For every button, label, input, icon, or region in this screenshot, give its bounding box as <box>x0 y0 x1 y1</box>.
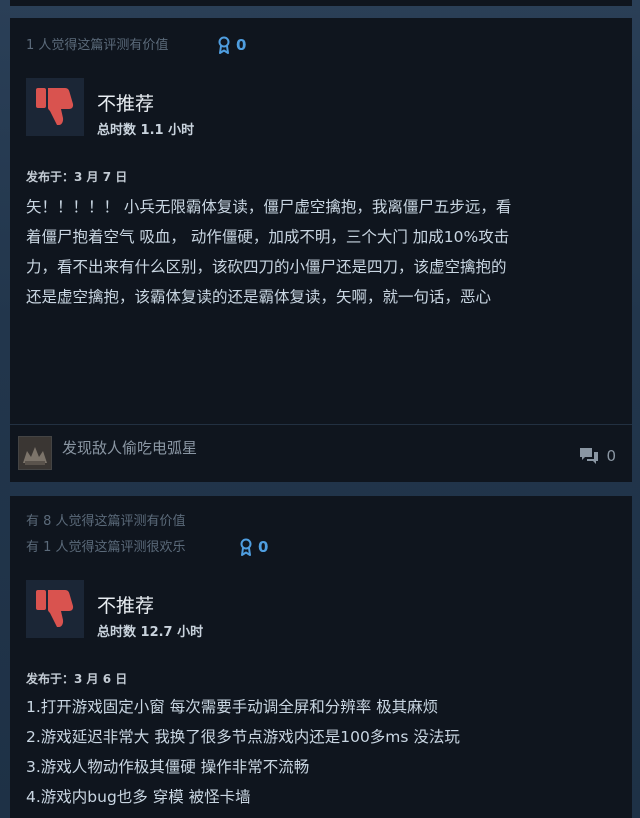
review-line: 2.游戏延迟非常大 我换了很多节点游戏内还是100多ms 没法玩 <box>26 728 460 746</box>
award-count: 0 <box>236 36 247 54</box>
review-line: 着僵尸抱着空气 吸血， 动作僵硬，加成不明，三个大门 加成10%攻击 <box>26 228 510 246</box>
helpful-count-text: 有 8 人觉得这篇评测有价值 <box>26 514 186 529</box>
review-line: 4.游戏内bug也多 穿模 被怪卡墙 <box>26 788 251 806</box>
previous-review-edge <box>10 0 632 6</box>
review-card: 有 8 人觉得这篇评测有价值 有 1 人觉得这篇评测很欢乐 0 不推荐 总时数 … <box>10 496 632 818</box>
review-line: 1.打开游戏固定小窗 每次需要手动调全屏和分辨率 极其麻烦 <box>26 698 439 716</box>
helpful-count-text: 1 人觉得这篇评测有价值 <box>26 38 169 53</box>
review-line: 力，看不出来有什么区别，该砍四刀的小僵尸还是四刀，该虚空擒抱的 <box>26 258 507 276</box>
review-body: 1.打开游戏固定小窗 每次需要手动调全屏和分辨率 极其麻烦 2.游戏延迟非常大 … <box>26 692 616 812</box>
avatar-image <box>19 437 51 469</box>
review-verdict[interactable]: 不推荐 <box>97 591 154 618</box>
posted-date: 发布于：3 月 6 日 <box>26 672 128 686</box>
review-verdict[interactable]: 不推荐 <box>97 89 154 116</box>
award-ribbon-icon <box>218 36 230 54</box>
award-button[interactable]: 0 <box>216 36 246 54</box>
award-button[interactable]: 0 <box>238 538 268 556</box>
comment-count: 0 <box>606 447 616 465</box>
review-footer-divider <box>10 424 632 425</box>
award-ribbon-icon <box>240 538 252 556</box>
review-line: 矢！！！！！ 小兵无限霸体复读，僵尸虚空擒抱，我离僵尸五步远，看 <box>26 198 512 216</box>
avatar[interactable] <box>18 436 52 470</box>
playtime-hours: 总时数 1.1 小时 <box>97 123 195 138</box>
reviewer-name[interactable]: 发现敌人偷吃电弧星 <box>62 437 197 458</box>
funny-count-text: 有 1 人觉得这篇评测很欢乐 <box>26 540 186 555</box>
comments-button[interactable]: 0 <box>578 446 616 466</box>
review-body: 矢！！！！！ 小兵无限霸体复读，僵尸虚空擒抱，我离僵尸五步远，看 着僵尸抱着空气… <box>26 192 616 312</box>
not-recommended-badge <box>26 78 84 136</box>
thumbs-down-icon <box>36 88 74 125</box>
posted-date: 发布于：3 月 7 日 <box>26 170 128 184</box>
award-count: 0 <box>258 538 269 556</box>
review-card: 1 人觉得这篇评测有价值 0 不推荐 总时数 1.1 小时 发布于：3 月 7 … <box>10 18 632 482</box>
thumbs-down-icon <box>36 590 74 627</box>
not-recommended-badge <box>26 580 84 638</box>
playtime-hours: 总时数 12.7 小时 <box>97 625 204 640</box>
review-line: 3.游戏人物动作极其僵硬 操作非常不流畅 <box>26 758 310 776</box>
review-line: 还是虚空擒抱，该霸体复读的还是霸体复读，矢啊，就一句话，恶心 <box>26 288 492 306</box>
comment-bubble-icon <box>580 448 599 464</box>
